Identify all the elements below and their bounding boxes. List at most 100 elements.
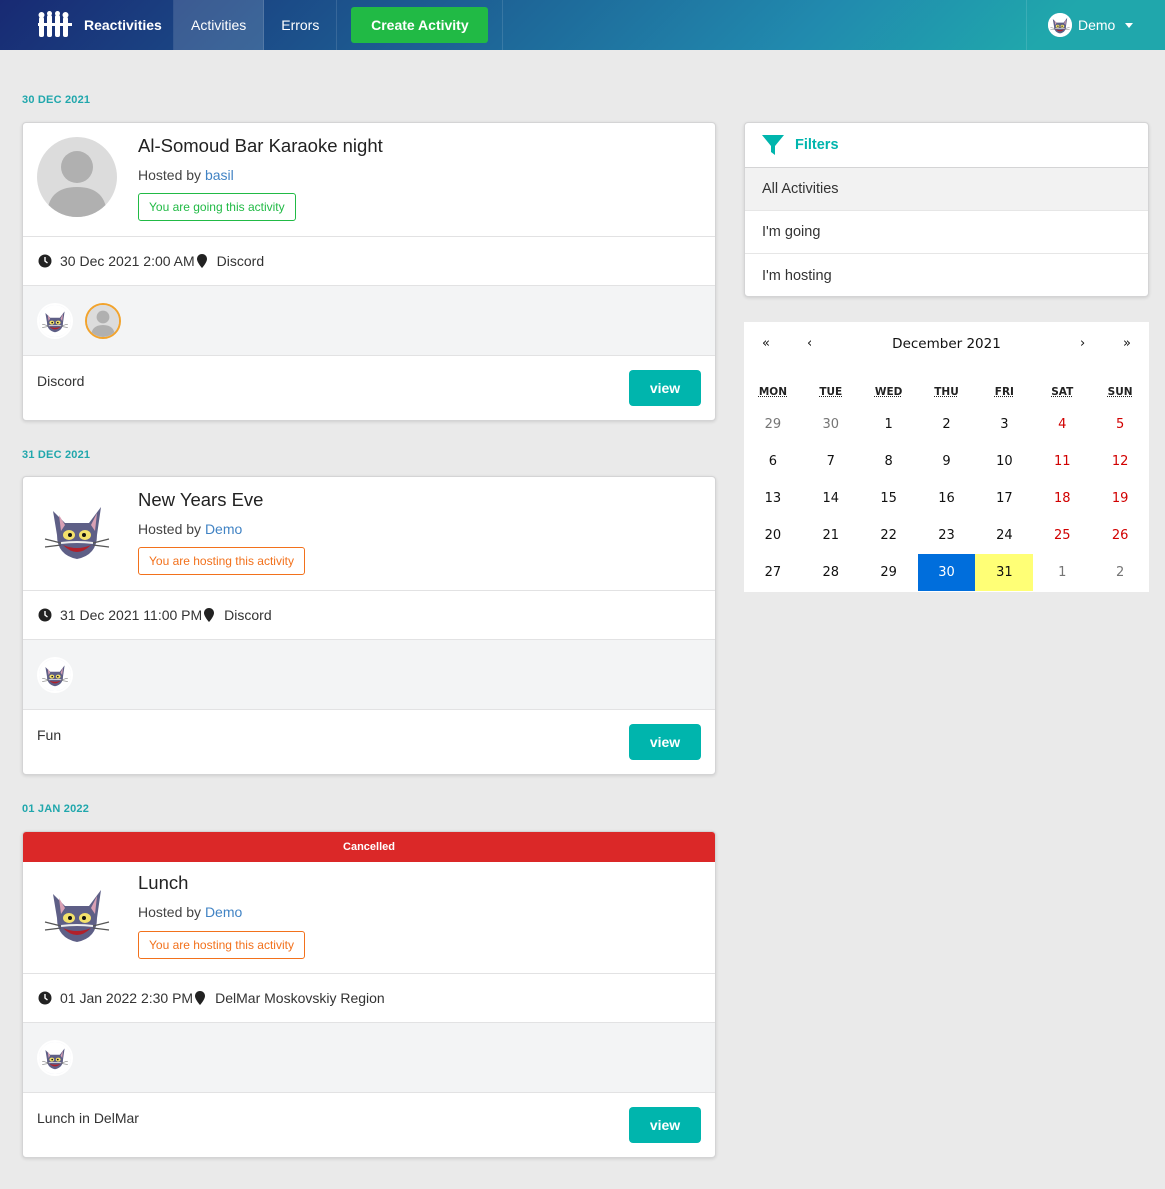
host-link[interactable]: basil [205, 167, 234, 183]
attendee-avatar[interactable] [37, 302, 73, 339]
calendar-day[interactable]: 2 [1091, 554, 1149, 591]
filters-title: Filters [795, 137, 839, 153]
calendar-day[interactable]: 1 [860, 406, 918, 443]
attendee-avatar[interactable] [85, 302, 121, 339]
filters-menu: Filters All Activities I'm going I'm hos… [744, 122, 1149, 297]
activity-title[interactable]: Lunch [138, 872, 188, 894]
going-badge: You are going this activity [138, 193, 296, 221]
calendar-day[interactable]: 9 [918, 443, 976, 480]
calendar-day[interactable]: 11 [1033, 443, 1091, 480]
weekday-label: FRI [994, 386, 1014, 398]
user-menu[interactable]: Demo [1026, 0, 1165, 50]
cat-avatar-icon [37, 491, 117, 571]
hosted-by-label: Hosted by [138, 904, 202, 920]
calendar-day[interactable]: 30 [917, 554, 976, 591]
nav-activities[interactable]: Activities [174, 0, 265, 50]
calendar-day[interactable]: 8 [860, 443, 918, 480]
activity-description: Lunch in DelMar [37, 1110, 139, 1126]
create-activity-button[interactable]: Create Activity [351, 7, 489, 43]
calendar-day[interactable]: 21 [802, 517, 860, 554]
calendar-day[interactable]: 14 [802, 480, 860, 517]
activity-title[interactable]: Al-Somoud Bar Karaoke night [138, 135, 383, 157]
activity-footer: Fun view [23, 710, 715, 774]
activity-venue: Discord [216, 253, 265, 269]
calendar-day[interactable]: 29 [744, 406, 802, 443]
calendar-day[interactable]: 2 [918, 406, 976, 443]
next-month-button[interactable]: › [1080, 336, 1085, 351]
hosting-badge: You are hosting this activity [138, 547, 305, 575]
view-button[interactable]: view [629, 370, 701, 406]
calendar-day[interactable]: 24 [975, 517, 1033, 554]
host-avatar[interactable] [37, 491, 117, 571]
hosted-by: Hosted by Demo [138, 904, 242, 920]
calendar-day[interactable]: 29 [860, 554, 918, 591]
cat-avatar-icon [39, 658, 71, 691]
attendees-list [23, 286, 715, 356]
filter-im-going[interactable]: I'm going [745, 211, 1148, 254]
calendar-day[interactable]: 18 [1033, 480, 1091, 517]
hosted-by: Hosted by basil [138, 167, 234, 183]
weekday-label: SAT [1051, 386, 1074, 398]
attendee-avatar[interactable] [37, 1039, 73, 1076]
calendar-day[interactable]: 19 [1091, 480, 1149, 517]
activity-header: New Years Eve Hosted by Demo You are hos… [23, 477, 715, 591]
calendar-day[interactable]: 30 [802, 406, 860, 443]
nav-errors[interactable]: Errors [264, 0, 338, 50]
calendar-day[interactable]: 31 [975, 554, 1034, 591]
map-marker-icon [204, 608, 215, 622]
activity-info: 30 Dec 2021 2:00 AM Discord [23, 237, 715, 286]
calendar-day[interactable]: 4 [1033, 406, 1091, 443]
calendar-day[interactable]: 20 [744, 517, 802, 554]
calendar-day[interactable]: 12 [1091, 443, 1149, 480]
calendar-day[interactable]: 28 [802, 554, 860, 591]
date-header: 31 DEC 2021 [22, 449, 91, 461]
weekday-label: TUE [819, 386, 843, 398]
calendar-day[interactable]: 26 [1091, 517, 1149, 554]
calendar-day[interactable]: 7 [802, 443, 860, 480]
dropdown-caret-icon [1125, 22, 1134, 28]
clock-icon [38, 254, 52, 268]
calendar-day[interactable]: 5 [1091, 406, 1149, 443]
next-year-button[interactable]: » [1123, 336, 1131, 351]
attendee-avatar[interactable] [37, 656, 73, 693]
calendar-days: 29 30 1 2 3 4 5 6 7 8 9 10 11 12 13 14 15 16 17 18 19 20 21 22 2… [744, 406, 1149, 591]
calendar: « ‹ December 2021 › » MON TUE WED THU FRI SAT… [744, 322, 1149, 592]
attendees-list [23, 640, 715, 710]
brand-link[interactable]: Reactivities [0, 0, 174, 50]
host-avatar[interactable] [37, 137, 117, 217]
hosting-badge: You are hosting this activity [138, 931, 305, 959]
cancelled-banner: Cancelled [23, 832, 715, 862]
calendar-day[interactable]: 22 [860, 517, 918, 554]
calendar-day[interactable]: 6 [744, 443, 802, 480]
calendar-day[interactable]: 15 [860, 480, 918, 517]
activity-description: Discord [37, 373, 85, 389]
weekday-label: WED [874, 386, 903, 398]
calendar-day[interactable]: 13 [744, 480, 802, 517]
clock-icon [38, 991, 52, 1005]
activity-header: Lunch Hosted by Demo You are hosting thi… [23, 862, 715, 974]
calendar-day[interactable]: 3 [975, 406, 1033, 443]
attendees-list [23, 1023, 715, 1093]
calendar-day[interactable]: 10 [975, 443, 1033, 480]
calendar-month-label[interactable]: December 2021 [744, 336, 1149, 352]
host-link[interactable]: Demo [205, 521, 242, 537]
calendar-day[interactable]: 23 [918, 517, 976, 554]
calendar-day[interactable]: 16 [918, 480, 976, 517]
host-avatar[interactable] [37, 874, 117, 954]
view-button[interactable]: view [629, 1107, 701, 1143]
host-link[interactable]: Demo [205, 904, 242, 920]
calendar-day[interactable]: 27 [744, 554, 802, 591]
activity-datetime: 31 Dec 2021 11:00 PM [60, 607, 203, 623]
user-name: Demo [1078, 17, 1116, 33]
calendar-day[interactable]: 17 [975, 480, 1033, 517]
activity-datetime: 30 Dec 2021 2:00 AM [60, 253, 195, 269]
filter-all-activities[interactable]: All Activities [745, 168, 1148, 211]
activity-title[interactable]: New Years Eve [138, 489, 263, 511]
view-button[interactable]: view [629, 724, 701, 760]
calendar-day[interactable]: 25 [1033, 517, 1091, 554]
filter-icon [762, 135, 784, 155]
filter-im-hosting[interactable]: I'm hosting [745, 254, 1148, 296]
calendar-day[interactable]: 1 [1033, 554, 1091, 591]
weekday-label: MON [758, 386, 788, 398]
